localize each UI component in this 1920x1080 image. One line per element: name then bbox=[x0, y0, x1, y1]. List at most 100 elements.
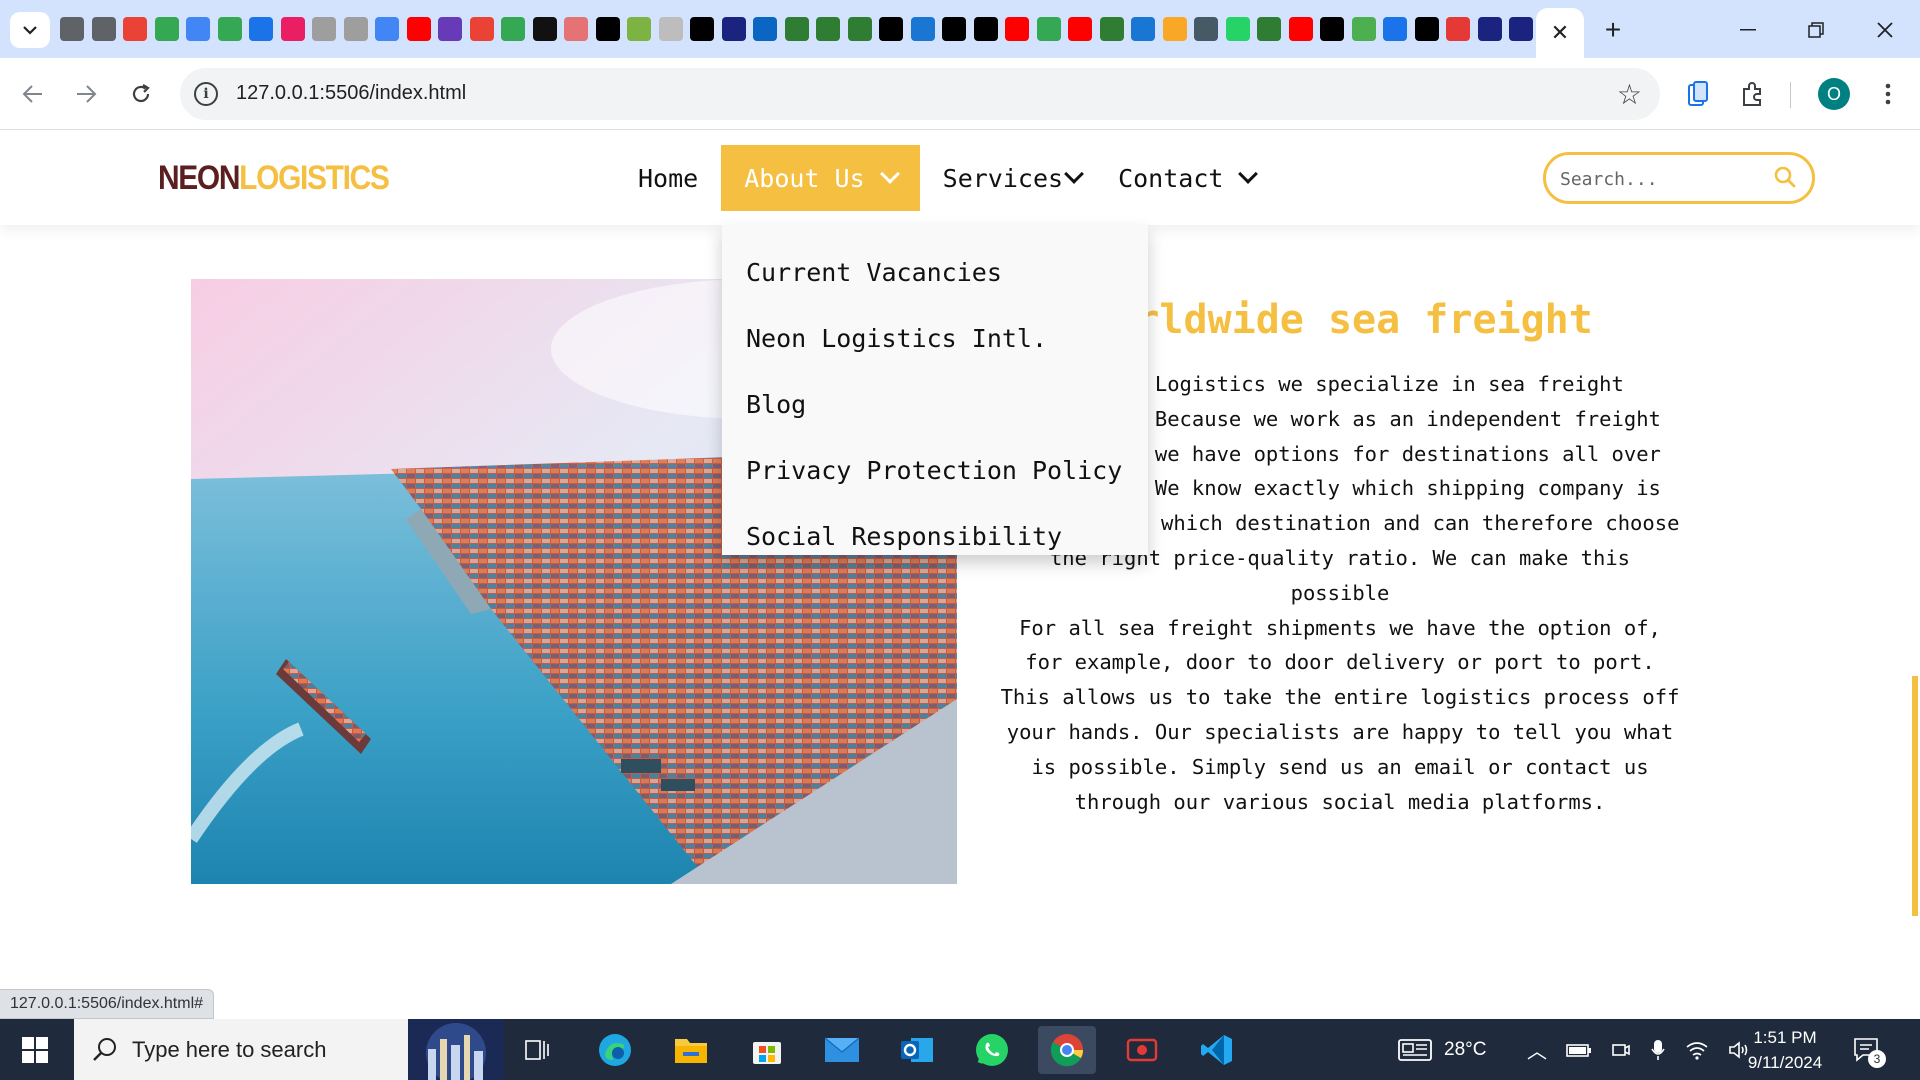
pinned-tab-favicon[interactable] bbox=[1509, 17, 1533, 41]
pinned-tab-favicon[interactable] bbox=[1383, 17, 1407, 41]
wifi-icon[interactable] bbox=[1685, 1040, 1709, 1060]
tab-search-button[interactable] bbox=[10, 12, 50, 48]
pinned-tab-favicon[interactable] bbox=[753, 17, 777, 41]
dropdown-item[interactable]: Current Vacancies bbox=[722, 239, 1148, 305]
pinned-tab-favicon[interactable] bbox=[1194, 17, 1218, 41]
pinned-tab-favicon[interactable] bbox=[438, 17, 462, 41]
pinned-tab-favicon[interactable] bbox=[1257, 17, 1281, 41]
pinned-tab-favicon[interactable] bbox=[280, 17, 305, 41]
microsoft-store-icon[interactable] bbox=[738, 1026, 796, 1074]
profile-avatar[interactable]: O bbox=[1818, 78, 1850, 110]
pinned-tab-favicon[interactable] bbox=[375, 17, 399, 41]
browser-menu-icon[interactable] bbox=[1872, 78, 1904, 110]
vscode-icon[interactable] bbox=[1188, 1026, 1246, 1074]
pinned-tab-favicon[interactable] bbox=[847, 17, 872, 41]
edge-icon[interactable] bbox=[586, 1026, 644, 1074]
pinned-tab-favicon[interactable] bbox=[1005, 17, 1029, 41]
meet-now-icon[interactable] bbox=[1611, 1040, 1631, 1060]
back-button[interactable] bbox=[15, 76, 51, 112]
start-button[interactable] bbox=[22, 1037, 48, 1063]
chrome-icon[interactable] bbox=[1038, 1026, 1096, 1074]
search-icon[interactable] bbox=[1774, 166, 1796, 188]
pinned-tab-favicon[interactable] bbox=[658, 17, 683, 41]
pinned-tab-favicon[interactable] bbox=[1477, 17, 1502, 41]
pinned-tab-favicon[interactable] bbox=[469, 17, 494, 41]
whatsapp-icon[interactable] bbox=[963, 1026, 1021, 1074]
logo-part-logistics: LOGISTICS bbox=[239, 159, 390, 197]
pinned-tab-favicon[interactable] bbox=[973, 17, 998, 41]
reload-icon bbox=[132, 84, 150, 103]
pinned-tab-favicon[interactable] bbox=[1320, 17, 1344, 41]
active-tab[interactable]: ✕ bbox=[1536, 8, 1584, 58]
nav-about-us[interactable]: About Us bbox=[721, 145, 920, 211]
pinned-tab-favicon[interactable] bbox=[1225, 17, 1250, 41]
new-tab-button[interactable]: + bbox=[1595, 12, 1631, 48]
pinned-tab-favicon[interactable] bbox=[627, 17, 651, 41]
nav-contact[interactable]: Contact bbox=[1095, 145, 1278, 211]
site-info-icon[interactable]: i bbox=[194, 82, 218, 106]
restore-button[interactable] bbox=[1786, 10, 1846, 50]
mail-icon[interactable] bbox=[813, 1026, 871, 1074]
outlook-icon[interactable] bbox=[888, 1026, 946, 1074]
weather-widget[interactable]: 28°C bbox=[1398, 1019, 1486, 1080]
microphone-icon[interactable] bbox=[1650, 1039, 1666, 1061]
nav-services[interactable]: Services bbox=[920, 145, 1095, 211]
pinned-tab-favicon[interactable] bbox=[1288, 17, 1313, 41]
pinned-tab-favicon[interactable] bbox=[1068, 17, 1092, 41]
pinned-tab-favicon[interactable] bbox=[1446, 17, 1470, 41]
pinned-tab-favicon[interactable] bbox=[816, 17, 840, 41]
file-explorer-icon[interactable] bbox=[662, 1026, 720, 1074]
pinned-tab-favicon[interactable] bbox=[501, 17, 525, 41]
reading-mode-icon[interactable] bbox=[1682, 78, 1714, 110]
pinned-tab-favicon[interactable] bbox=[910, 17, 935, 41]
pinned-tab-favicon[interactable] bbox=[1131, 17, 1155, 41]
pinned-tab-favicon[interactable] bbox=[721, 17, 746, 41]
taskbar-clock[interactable]: 1:51 PM 9/11/2024 bbox=[1735, 1025, 1835, 1075]
dropdown-item[interactable]: Blog bbox=[722, 371, 1148, 437]
pinned-tab-favicon[interactable] bbox=[217, 17, 242, 41]
pinned-tab-favicon[interactable] bbox=[249, 17, 273, 41]
pinned-tab-favicon[interactable] bbox=[1414, 17, 1439, 41]
forward-button[interactable] bbox=[68, 76, 104, 112]
search-input[interactable] bbox=[1560, 165, 1760, 193]
dropdown-item[interactable]: Neon Logistics Intl. bbox=[722, 305, 1148, 371]
pinned-tab-favicon[interactable] bbox=[942, 17, 966, 41]
pinned-tab-favicon[interactable] bbox=[60, 17, 84, 41]
bookmark-star-icon[interactable]: ☆ bbox=[1617, 78, 1642, 111]
chevron-up-icon[interactable]: ︿ bbox=[1527, 1035, 1547, 1064]
dropdown-item[interactable]: Social Responsibility bbox=[722, 503, 1148, 569]
nav-home[interactable]: Home bbox=[615, 145, 721, 211]
pinned-tab-favicon[interactable] bbox=[564, 17, 588, 41]
url-text[interactable]: 127.0.0.1:5506/index.html bbox=[236, 82, 466, 105]
site-logo[interactable]: NEONLOGISTICS bbox=[158, 159, 390, 198]
pinned-tab-favicon[interactable] bbox=[123, 17, 147, 41]
close-tab-icon[interactable]: ✕ bbox=[1551, 20, 1569, 46]
pinned-tab-favicon[interactable] bbox=[1162, 17, 1187, 41]
pinned-tab-favicon[interactable] bbox=[690, 17, 714, 41]
pinned-tab-favicon[interactable] bbox=[312, 17, 336, 41]
pinned-tab-favicon[interactable] bbox=[1351, 17, 1376, 41]
extensions-icon[interactable] bbox=[1737, 78, 1769, 110]
address-bar[interactable]: i 127.0.0.1:5506/index.html ☆ bbox=[180, 68, 1660, 120]
reload-button[interactable] bbox=[123, 76, 159, 112]
pinned-tab-favicon[interactable] bbox=[532, 17, 557, 41]
battery-icon[interactable] bbox=[1566, 1042, 1592, 1058]
notifications-button[interactable]: 3 bbox=[1840, 1026, 1896, 1074]
pinned-tab-favicon[interactable] bbox=[1036, 17, 1061, 41]
task-view-icon[interactable] bbox=[508, 1026, 566, 1074]
page-scrollbar[interactable] bbox=[1912, 676, 1918, 916]
minimize-button[interactable] bbox=[1718, 10, 1778, 50]
close-window-button[interactable] bbox=[1855, 10, 1915, 50]
screen-recorder-icon[interactable] bbox=[1113, 1026, 1171, 1074]
dropdown-item[interactable]: Privacy Protection Policy bbox=[722, 437, 1148, 503]
pinned-tab-favicon[interactable] bbox=[406, 17, 431, 41]
pinned-tab-favicon[interactable] bbox=[1099, 17, 1124, 41]
pinned-tab-favicon[interactable] bbox=[784, 17, 809, 41]
pinned-tab-favicon[interactable] bbox=[186, 17, 210, 41]
taskbar-search[interactable]: Type here to search bbox=[74, 1019, 504, 1080]
pinned-tab-favicon[interactable] bbox=[91, 17, 116, 41]
pinned-tab-favicon[interactable] bbox=[343, 17, 368, 41]
pinned-tab-favicon[interactable] bbox=[595, 17, 620, 41]
pinned-tab-favicon[interactable] bbox=[154, 17, 179, 41]
pinned-tab-favicon[interactable] bbox=[879, 17, 903, 41]
